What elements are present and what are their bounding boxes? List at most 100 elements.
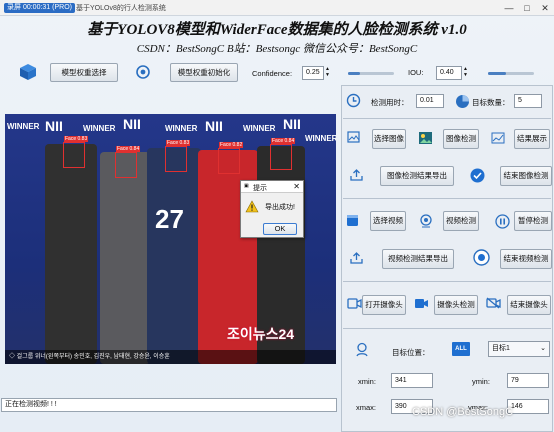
ymax-value: 146	[507, 399, 549, 414]
target-select-value: 目标1	[492, 345, 510, 352]
dialog-titlebar: ▣ 提示 ✕	[241, 181, 303, 193]
time-label: 检测用时：	[371, 98, 409, 107]
iou-spin-icon[interactable]: ▲ ▼	[463, 66, 468, 78]
end-video-detect-button[interactable]: 结束视频检测	[500, 249, 552, 269]
iou-input[interactable]: 0.40	[436, 66, 462, 80]
camera-detect-button[interactable]: 摄像头检测	[434, 295, 478, 315]
select-video-button[interactable]: 选择视频	[370, 211, 406, 231]
divider	[343, 198, 551, 199]
select-image-button[interactable]: 选择图像	[372, 129, 406, 149]
photo-caption: ◇ 걸그룹 위너(왼쪽부터) 송민호, 김진우, 남태현, 강승윤, 이승훈	[5, 350, 336, 364]
backdrop-word: WINNER	[83, 124, 116, 133]
video-detect-button[interactable]: 视频检测	[443, 211, 479, 231]
dialog-message: 导出成功!	[265, 204, 295, 211]
camera-icon	[346, 296, 362, 310]
video-file-icon	[345, 213, 360, 228]
backdrop-word: WINNER	[165, 124, 198, 133]
maximize-button[interactable]: □	[522, 1, 532, 15]
all-targets-icon: ALL	[452, 342, 470, 356]
video-location-icon	[418, 213, 434, 229]
ymin-label: ymin:	[472, 377, 490, 386]
backdrop-word: NII	[45, 118, 63, 134]
end-image-detect-button[interactable]: 结束图像检测	[500, 166, 552, 186]
person-3	[147, 148, 201, 364]
count-label: 目标数量：	[472, 98, 510, 107]
target-position-label: 目标位置：	[392, 348, 430, 357]
window-title: 基于YOLOv8的行人检测系统	[76, 5, 166, 12]
confidence-slider[interactable]	[348, 72, 394, 75]
person-1	[45, 144, 97, 364]
face-box-3: Face 0.83	[165, 140, 191, 172]
divider	[343, 118, 551, 119]
csdn-watermark: CSDN @BestSongC	[412, 406, 514, 418]
iou-slider[interactable]	[488, 72, 534, 75]
recording-badge: 录屏 00:00:31 (PRO)	[4, 3, 75, 13]
upload-video-export-icon	[349, 251, 363, 265]
timer-icon	[345, 92, 361, 108]
iou-label: IOU:	[408, 68, 424, 77]
page-subtitle: CSDN：BestSongC B站：Bestsongc 微信公众号：BestSo…	[136, 43, 418, 55]
detection-display: WINNER NII WINNER NII WINNER NII WINNER NII WINN…	[5, 114, 336, 364]
backdrop-word: NII	[205, 118, 223, 134]
backdrop-word: WINNER	[305, 134, 336, 143]
title-bar: 录屏 00:00:31 (PRO) 基于YOLOv8的行人检测系统 — □ ✕	[0, 0, 554, 16]
target-select[interactable]: 目标1 ⌄	[488, 341, 550, 357]
image-detect-button[interactable]: 图像检测	[443, 129, 479, 149]
divider	[343, 328, 551, 329]
ymin-value: 79	[507, 373, 549, 388]
open-camera-button[interactable]: 打开摄像头	[362, 295, 406, 315]
status-bar: 正在检测视频! ! !	[1, 398, 337, 412]
camera-detect-icon	[413, 296, 429, 310]
backdrop-word: WINNER	[243, 124, 276, 133]
news-logo: 조이뉴스24	[227, 326, 295, 342]
face-box-4: Face 0.82	[218, 142, 244, 174]
iou-slider-fill	[488, 72, 507, 75]
message-dialog: ▣ 提示 ✕ 导出成功! OK	[240, 180, 304, 238]
settings-gear-icon[interactable]	[134, 63, 152, 81]
export-video-result-button[interactable]: 视频检测结果导出	[382, 249, 454, 269]
confidence-input[interactable]: 0.25	[302, 66, 324, 80]
person-2	[100, 152, 150, 364]
face-box-5: Face 0.84	[270, 138, 296, 170]
divider	[343, 281, 551, 282]
face-box-2: Face 0.84	[115, 146, 141, 178]
select-model-button[interactable]: 模型权重选择	[50, 63, 118, 82]
minimize-button[interactable]: —	[504, 1, 514, 15]
time-value: 0.01	[416, 94, 444, 108]
confidence-slider-fill	[348, 72, 360, 75]
dialog-app-icon: ▣	[244, 183, 249, 189]
chevron-down-icon: ⌄	[540, 345, 546, 352]
check-circle-icon	[469, 167, 485, 183]
init-model-button[interactable]: 模型权重初始化	[170, 63, 238, 82]
xmax-label: xmax:	[356, 403, 377, 412]
jersey-number: 27	[155, 204, 184, 234]
warning-icon	[245, 199, 259, 213]
xmin-label: xmin:	[358, 377, 376, 386]
dialog-ok-button[interactable]: OK	[263, 223, 297, 235]
target-count-pie-icon	[454, 93, 470, 109]
picture-detect-icon	[417, 130, 433, 146]
result-chart-icon	[490, 131, 505, 145]
backdrop-word: WINNER	[7, 122, 40, 131]
count-value: 5	[514, 94, 542, 108]
backdrop-word: NII	[123, 116, 141, 132]
end-camera-button[interactable]: 结束摄像头	[507, 295, 551, 315]
export-image-result-button[interactable]: 图像检测结果导出	[380, 166, 454, 186]
record-stop-icon	[472, 248, 490, 266]
page-title: 基于YOLOV8模型和WiderFace数据集的人脸检测系统 v1.0	[87, 22, 467, 38]
confidence-spin-icon[interactable]: ▲ ▼	[325, 66, 330, 78]
image-icon	[346, 130, 360, 144]
pause-detect-button[interactable]: 暂停检测	[514, 211, 552, 231]
location-pin-icon	[354, 341, 370, 357]
xmin-value: 341	[391, 373, 433, 388]
model-cube-icon[interactable]	[18, 62, 38, 82]
confidence-label: Confidence:	[252, 69, 293, 78]
window-controls: — □ ✕	[504, 1, 550, 15]
upload-export-icon	[349, 168, 363, 182]
close-button[interactable]: ✕	[540, 1, 550, 15]
show-result-button[interactable]: 结果展示	[514, 129, 550, 149]
app-window: 录屏 00:00:31 (PRO) 基于YOLOv8的行人检测系统 — □ ✕ …	[0, 0, 554, 432]
face-box-1: Face 0.83	[63, 136, 89, 168]
dialog-close-button[interactable]: ✕	[293, 182, 300, 191]
dialog-title: 提示	[253, 185, 267, 192]
